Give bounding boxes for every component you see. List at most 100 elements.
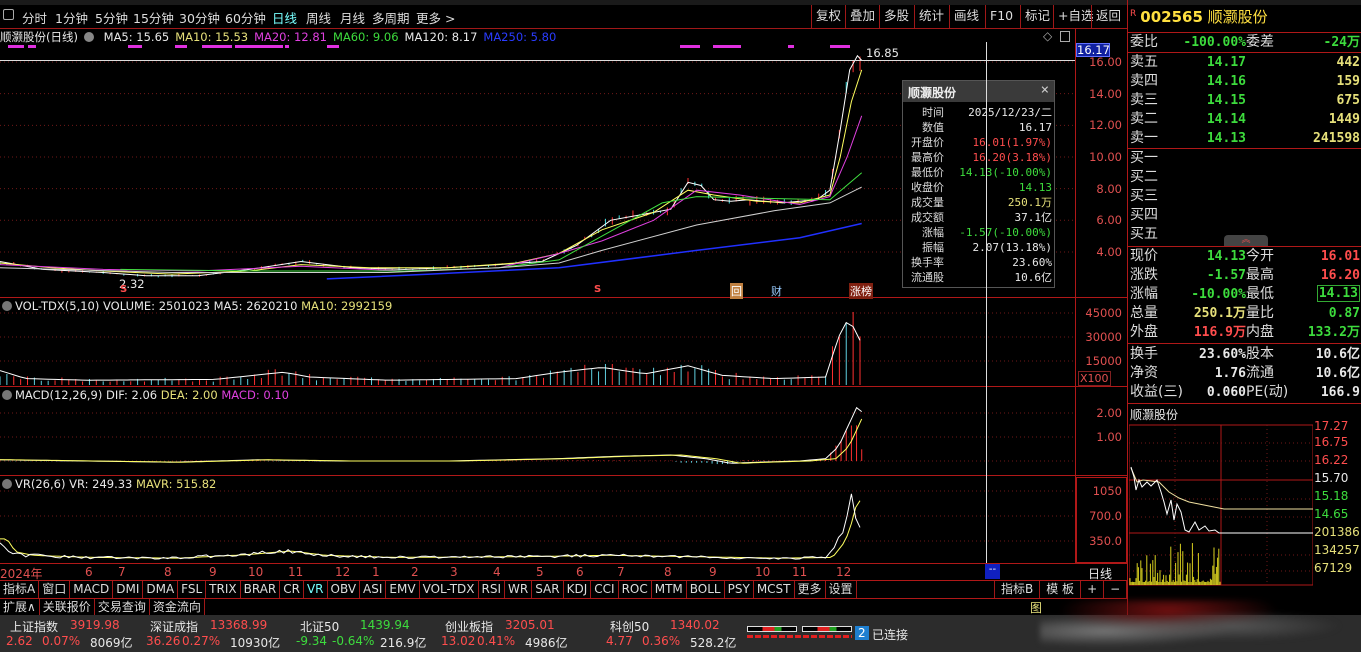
close-icon[interactable]: ×: [1041, 82, 1049, 98]
period-tab[interactable]: 周线: [306, 8, 331, 27]
tooltip-key: 换手率: [911, 256, 944, 269]
ma120-line: [0, 186, 862, 273]
indicator-tab[interactable]: 窗口: [39, 581, 71, 599]
indicator-tab[interactable]: MTM: [652, 581, 687, 599]
toolbar-button[interactable]: F10: [985, 5, 1017, 29]
ma20-line: [0, 115, 863, 272]
ask-price[interactable]: 14.16: [1207, 72, 1246, 91]
period-tab[interactable]: 更多 >: [416, 8, 455, 27]
toolbar-button[interactable]: 多股: [879, 5, 913, 29]
ask-price[interactable]: 14.13: [1207, 129, 1246, 148]
mini-chart-title: 顺灏股份: [1130, 408, 1179, 422]
indicator-tab[interactable]: VOL-TDX: [420, 581, 479, 599]
indicator-tab[interactable]: DMI: [113, 581, 144, 599]
event-zhangbang-marker[interactable]: 涨榜: [849, 283, 873, 299]
template-tab[interactable]: 模 板: [1040, 581, 1082, 599]
tooltip-key: 数值: [922, 121, 944, 134]
macd-axis-label: 1.00: [1096, 430, 1122, 444]
stat-label: 量比: [1246, 305, 1274, 321]
stat-value: 14.13: [1206, 249, 1246, 264]
diamond-icon[interactable]: ◇: [1043, 29, 1052, 43]
settings-dot-icon[interactable]: [83, 32, 94, 42]
template-tab[interactable]: +: [1081, 581, 1105, 599]
indicator-tab[interactable]: 更多: [795, 581, 826, 599]
toolbar-button[interactable]: 叠加: [845, 5, 879, 29]
index-change: -9.34: [296, 634, 328, 648]
period-tab[interactable]: 5分钟: [95, 8, 128, 27]
toolbar-button[interactable]: 返回: [1091, 5, 1125, 29]
period-tab[interactable]: 分时: [22, 8, 47, 27]
event-marker: [235, 45, 283, 48]
indicator-tab[interactable]: CR: [280, 581, 304, 599]
indicator-tab[interactable]: KDJ: [564, 581, 592, 599]
vol-ma5-value: MA5: 2620210: [213, 299, 298, 313]
sidebar-toggle-icon[interactable]: [3, 9, 14, 20]
indicator-tab[interactable]: BOLL: [687, 581, 725, 599]
indicator-tab[interactable]: FSL: [178, 581, 207, 599]
signal-s-marker[interactable]: S: [120, 284, 127, 295]
indicator-tab[interactable]: ROC: [619, 581, 652, 599]
ask-price[interactable]: 14.17: [1207, 53, 1246, 72]
indicator-tab[interactable]: MCST: [754, 581, 795, 599]
expand-chevron-button[interactable]: ︽: [1224, 235, 1268, 246]
event-cai-marker[interactable]: 财: [771, 283, 782, 299]
index-name[interactable]: 深证成指: [150, 618, 198, 635]
signal-s-marker[interactable]: S: [594, 284, 601, 295]
period-tab[interactable]: 30分钟: [179, 8, 220, 27]
stat-row: 总量 250.1万 量比 0.87: [1130, 304, 1360, 323]
indicator-toggle-icon[interactable]: [2, 301, 12, 311]
toolbar-button[interactable]: 统计: [914, 5, 948, 29]
period-tab[interactable]: 月线: [340, 8, 365, 27]
index-name[interactable]: 科创50: [610, 618, 649, 635]
template-tab[interactable]: 指标B: [995, 581, 1041, 599]
ask-price[interactable]: 14.14: [1207, 110, 1246, 129]
indicator-tab[interactable]: ASI: [360, 581, 387, 599]
indicator-tab[interactable]: CCI: [591, 581, 619, 599]
indicator-toggle-icon[interactable]: [2, 390, 12, 400]
indicator-toggle-icon[interactable]: [2, 479, 12, 489]
ask-quantity: 675: [1336, 93, 1360, 108]
indicator-tab[interactable]: 指标A: [0, 581, 40, 599]
indicator-tab[interactable]: RSI: [479, 581, 506, 599]
indicator-tab[interactable]: TRIX: [206, 581, 241, 599]
toolbar-button[interactable]: 复权: [811, 5, 845, 29]
macd-chart[interactable]: [0, 400, 1075, 475]
period-tab[interactable]: 60分钟: [225, 8, 266, 27]
toolbar-button[interactable]: 标记: [1020, 5, 1054, 29]
index-name[interactable]: 创业板指: [445, 618, 493, 635]
template-tab[interactable]: −: [1104, 581, 1128, 599]
ask-price[interactable]: 14.15: [1207, 91, 1246, 110]
event-hui-marker[interactable]: 回: [730, 283, 743, 299]
tooltip-key: 成交量: [911, 196, 944, 209]
indicator-tab[interactable]: WR: [505, 581, 533, 599]
indicator-tab[interactable]: PSY: [725, 581, 754, 599]
mini-axis-label: 17.27: [1314, 419, 1349, 433]
index-name[interactable]: 上证指数: [10, 618, 58, 635]
indicator-tab[interactable]: DMA: [143, 581, 179, 599]
high-price-mark: 16.85: [866, 46, 899, 60]
vol-name: VOL-TDX(5,10): [15, 299, 100, 313]
intraday-mini-chart[interactable]: [1129, 422, 1313, 586]
toolbar-button[interactable]: 画线: [949, 5, 983, 29]
vr-axis-frame: [1076, 477, 1127, 563]
volume-chart[interactable]: [0, 312, 1075, 386]
connection-status[interactable]: 已连接: [872, 626, 908, 643]
indicator-tab[interactable]: EMV: [386, 581, 420, 599]
indicator-tab[interactable]: OBV: [328, 581, 361, 599]
tooltip-key: 开盘价: [911, 136, 944, 149]
period-tab[interactable]: 1分钟: [55, 8, 88, 27]
indicator-tab[interactable]: SAR: [532, 581, 564, 599]
indicator-tab[interactable]: BRAR: [241, 581, 281, 599]
vr-chart[interactable]: [0, 490, 1075, 563]
period-tab[interactable]: 15分钟: [133, 8, 174, 27]
period-tab[interactable]: 日线: [272, 8, 297, 27]
date-axis-label: 6: [576, 565, 584, 579]
index-name[interactable]: 北证50: [300, 618, 339, 635]
vr-value: VR: 249.33: [69, 477, 133, 491]
indicator-tab[interactable]: MACD: [70, 581, 114, 599]
fund-label: 净资: [1130, 365, 1158, 381]
indicator-tab[interactable]: 设置: [826, 581, 857, 599]
period-tab[interactable]: 多周期: [372, 8, 410, 27]
indicator-tab[interactable]: VR: [304, 581, 328, 599]
panel-toggle-icon[interactable]: [1060, 31, 1070, 42]
